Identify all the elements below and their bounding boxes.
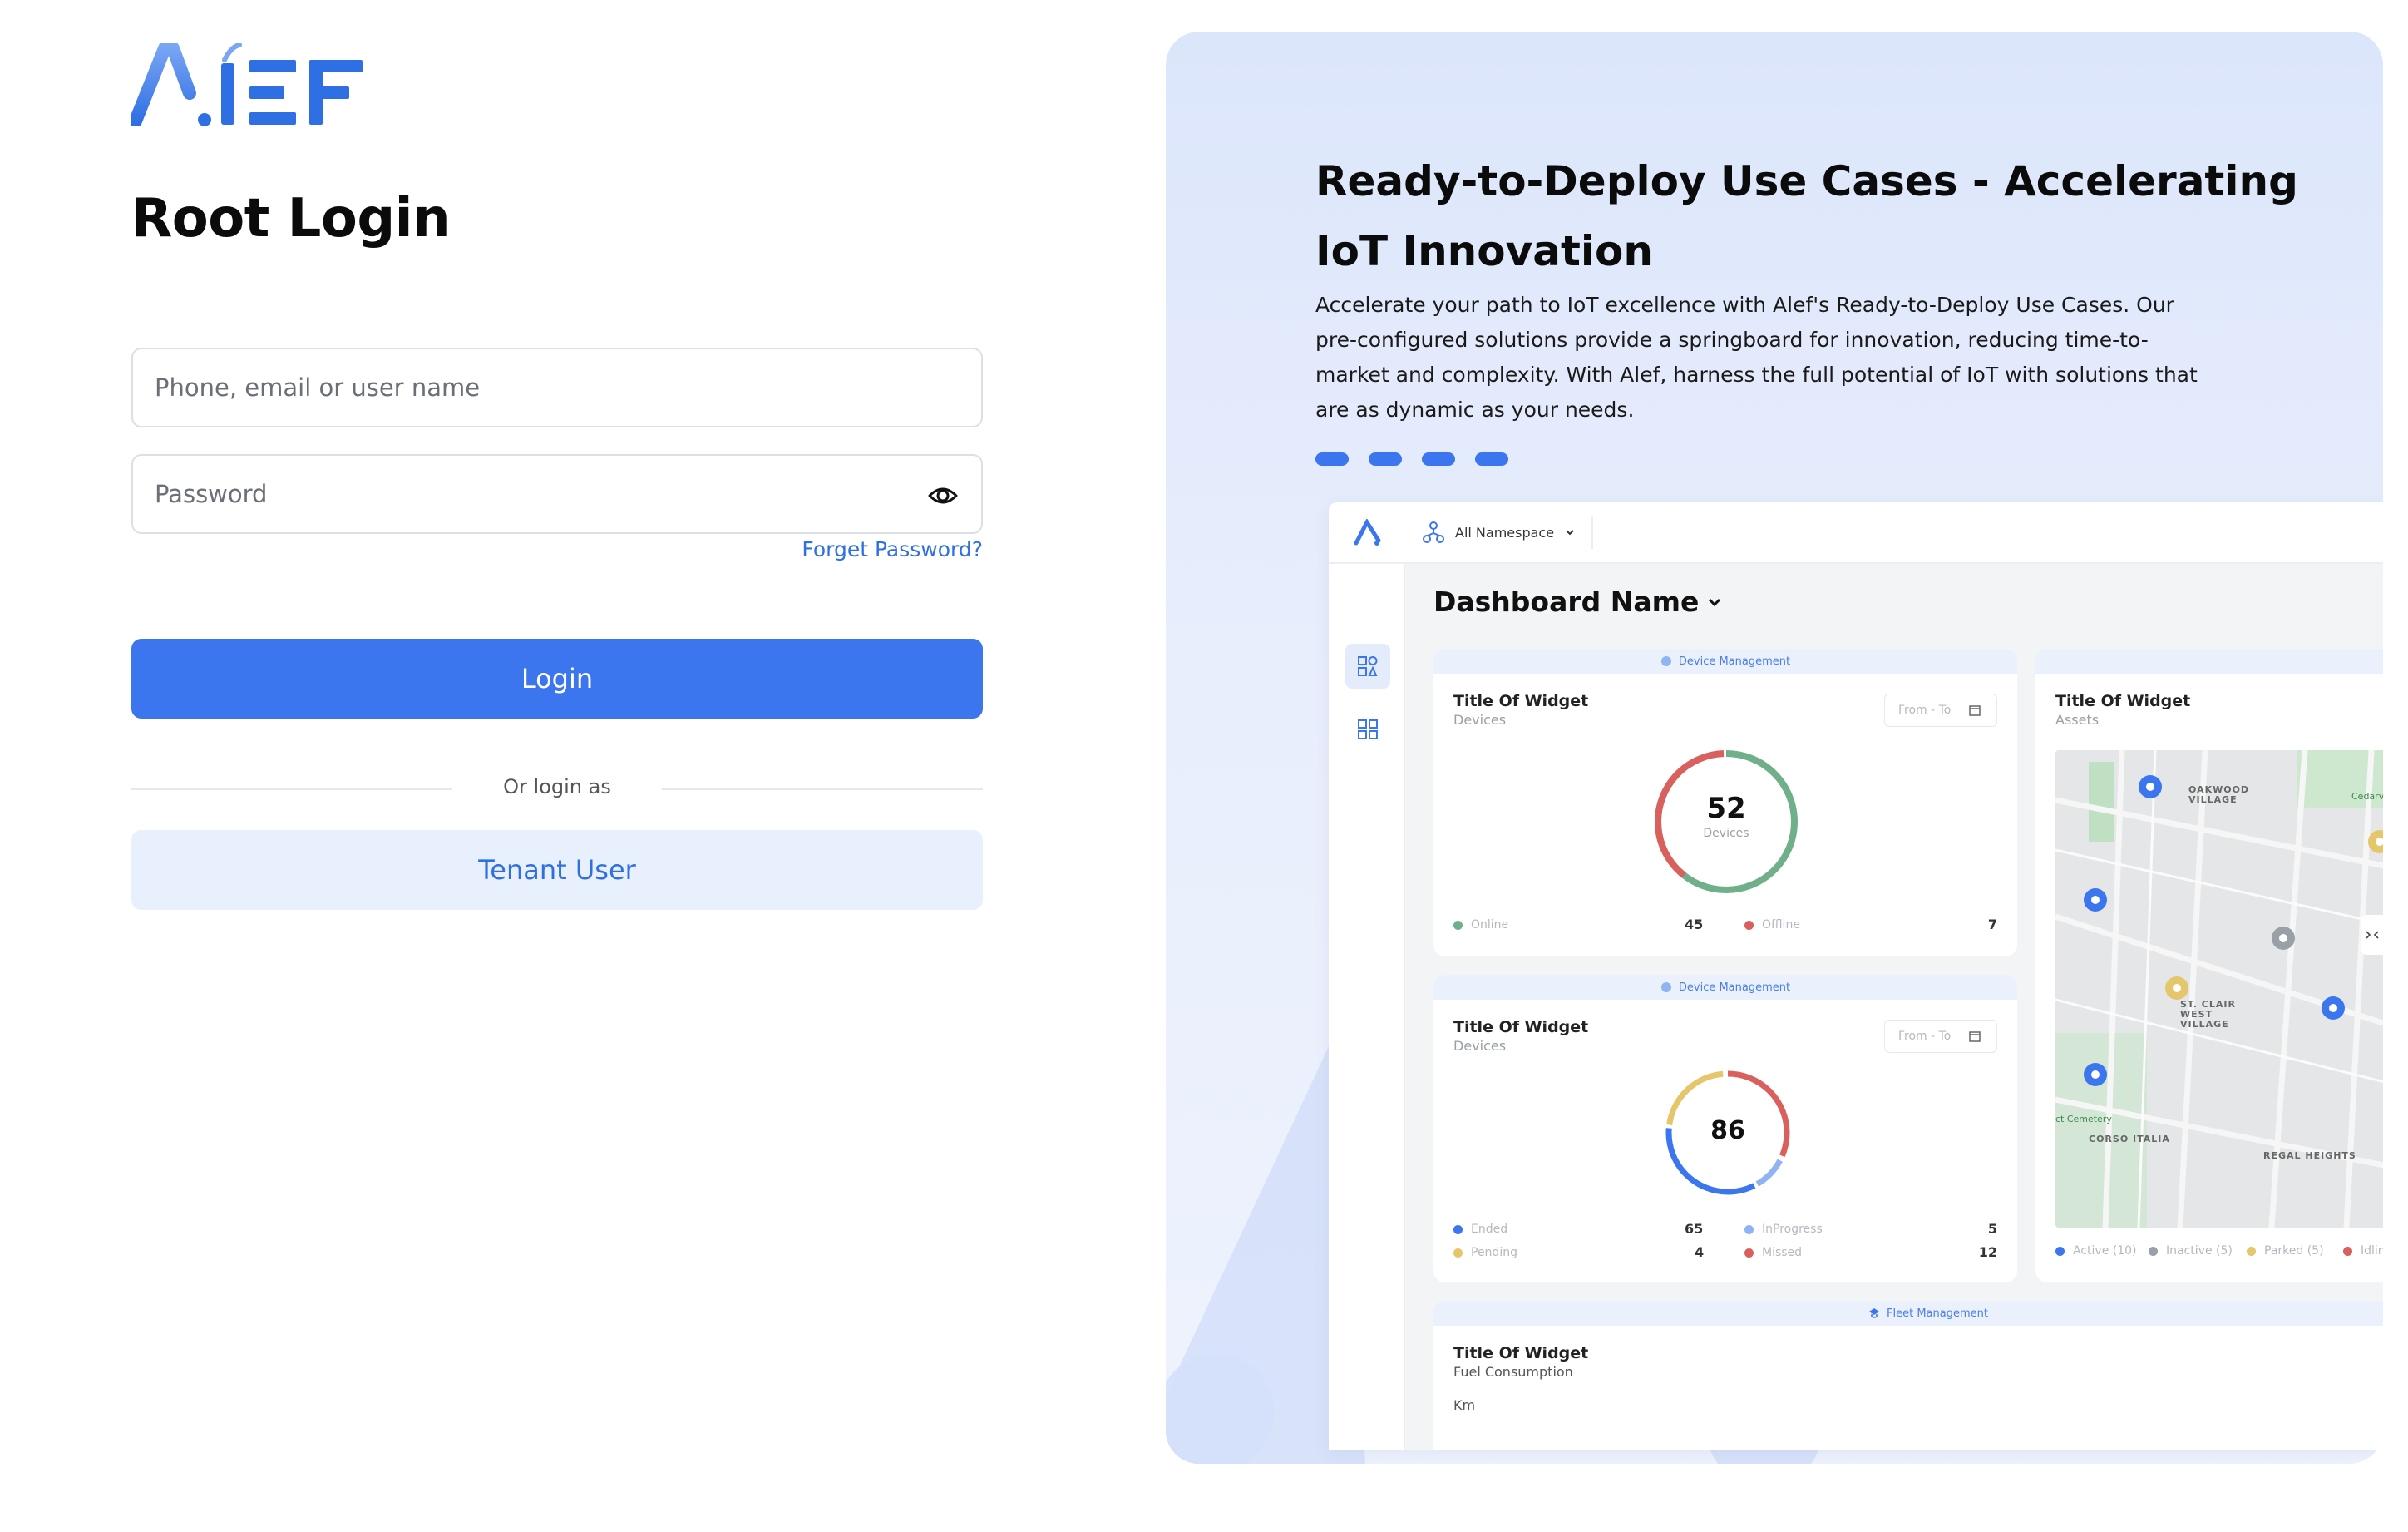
carousel-dot[interactable] <box>1315 452 1349 466</box>
dashboard-preview: All Namespace Dashboard Name Device Mana… <box>1329 502 2383 1450</box>
grid-icon <box>1358 719 1378 739</box>
legend-offline: Offline <box>1744 918 1800 932</box>
calendar-icon <box>1969 1031 1981 1042</box>
legend-parked: Parked (5) <box>2247 1244 2324 1258</box>
legend-offline-value: 7 <box>1987 917 1997 932</box>
legend-inprogress-value: 5 <box>1987 1221 1997 1237</box>
legend-missed: Missed <box>1744 1246 1802 1259</box>
carousel-dot[interactable] <box>1422 452 1455 466</box>
dashboard-name-selector[interactable]: Dashboard Name <box>1433 586 1722 618</box>
widget-title: Title Of Widget <box>1453 1344 1589 1362</box>
login-button[interactable]: Login <box>131 639 983 719</box>
username-input[interactable] <box>155 373 960 402</box>
password-field[interactable] <box>131 454 983 534</box>
namespace-network-icon <box>1423 521 1444 543</box>
chevron-down-icon <box>1709 598 1721 606</box>
date-range-label: From - To <box>1898 704 1952 717</box>
widget-band-label: Fleet Management <box>1887 1307 1988 1320</box>
date-range-picker[interactable]: From - To <box>1884 694 1997 727</box>
widget-subtitle: Devices <box>1453 712 1507 728</box>
page-title: Root Login <box>131 188 451 250</box>
widget-devices-progress: Device Management Title Of Widget Device… <box>1433 975 2017 1282</box>
widget-title: Title Of Widget <box>1453 692 1589 710</box>
legend-ended-value: 65 <box>1685 1221 1704 1237</box>
alef-logo <box>131 43 363 126</box>
widget-band: Fleet Management <box>1433 1301 2383 1326</box>
namespace-selector[interactable]: All Namespace <box>1422 516 1593 549</box>
widget-title: Title Of Widget <box>1453 1018 1589 1036</box>
map-pins <box>2084 775 2383 1086</box>
map-pin-icon <box>2084 1063 2107 1086</box>
devices-donut-chart: 52 Devices <box>1651 747 1801 897</box>
or-login-as-label: Or login as <box>503 775 611 798</box>
legend-idling: Idlin <box>2343 1244 2383 1258</box>
map-pin-icon <box>2139 775 2162 798</box>
widget-subtitle: Fuel Consumption <box>1453 1364 1573 1380</box>
date-range-label: From - To <box>1898 1030 1952 1043</box>
carousel-dot[interactable] <box>1369 452 1402 466</box>
map-pin-icon <box>2165 976 2188 1000</box>
donut-total: 52 <box>1706 792 1746 825</box>
device-icon <box>1660 656 1671 666</box>
expand-collapse-handle[interactable] <box>2361 915 2383 955</box>
fleet-icon <box>1869 1308 1880 1318</box>
widget-subtitle: Devices <box>1453 1038 1507 1054</box>
divider-line-right <box>662 788 983 790</box>
widget-band-label: Device Management <box>1678 655 1791 668</box>
username-field[interactable] <box>131 348 983 427</box>
legend-online-value: 45 <box>1685 917 1704 932</box>
progress-donut-chart: 86 <box>1663 1068 1793 1198</box>
expand-arrows-icon <box>2366 931 2379 939</box>
show-password-eye-icon[interactable] <box>926 479 960 512</box>
hero-title: Ready-to-Deploy Use Cases - Accelerating… <box>1315 157 2298 275</box>
widget-devices-status: Device Management Title Of Widget Device… <box>1433 649 2017 956</box>
alef-mini-logo-icon <box>1354 519 1381 546</box>
dashboard-sidebar <box>1329 564 1405 1450</box>
hero-description: Accelerate your path to IoT excellence w… <box>1315 293 2198 422</box>
widget-title: Title Of Widget <box>2055 692 2191 710</box>
sidebar-widgets-item[interactable] <box>1345 707 1390 752</box>
donut-total: 86 <box>1710 1116 1745 1145</box>
widget-band: Device Management <box>1433 975 2017 1000</box>
widget-band-label: Device Management <box>1678 981 1791 994</box>
topbar-separator <box>1591 516 1593 549</box>
chart-unit-label: Km <box>1453 1397 1476 1413</box>
legend-missed-value: 12 <box>1978 1244 1997 1260</box>
legend-inprogress: InProgress <box>1744 1223 1823 1236</box>
widget-fuel-consumption: Fleet Management Title Of Widget Fuel Co… <box>1433 1301 2383 1450</box>
legend-ended: Ended <box>1453 1223 1507 1236</box>
device-icon <box>1660 982 1671 992</box>
date-range-picker[interactable]: From - To <box>1884 1020 1997 1053</box>
calendar-icon <box>1969 705 1981 716</box>
map-pin-icon <box>2368 830 2383 853</box>
legend-active: Active (10) <box>2055 1244 2137 1258</box>
widget-band: Device Management <box>1433 649 2017 674</box>
map-pin-icon <box>2084 888 2107 912</box>
legend-inactive: Inactive (5) <box>2149 1244 2233 1258</box>
map-pin-icon <box>2322 996 2345 1020</box>
password-input[interactable] <box>155 480 960 508</box>
forgot-password-link[interactable]: Forget Password? <box>802 537 983 561</box>
hero-panel: Ready-to-Deploy Use Cases - Accelerating… <box>1166 32 2383 1464</box>
legend-pending-value: 4 <box>1695 1244 1705 1260</box>
chevron-down-icon <box>1566 530 1574 536</box>
carousel-indicators <box>1315 452 1508 466</box>
donut-total-label: Devices <box>1703 827 1749 840</box>
or-divider: Or login as <box>131 775 983 798</box>
widget-subtitle: Assets <box>2055 712 2100 728</box>
widget-band <box>2035 649 2383 674</box>
dashboard-topbar: All Namespace <box>1329 502 2383 564</box>
dashboard-name-label: Dashboard Name <box>1433 586 1700 618</box>
tenant-user-button[interactable]: Tenant User <box>131 830 983 910</box>
widget-assets-map: Title Of Widget Assets OAKWOOD VILLAGE S… <box>2035 649 2383 1282</box>
assets-map[interactable]: OAKWOOD VILLAGE ST. CLAIR WEST VILLAGE C… <box>2055 750 2383 1228</box>
legend-pending: Pending <box>1453 1246 1517 1259</box>
dashboard-shapes-icon <box>1358 656 1378 676</box>
carousel-dot[interactable] <box>1475 452 1508 466</box>
map-pin-icon <box>2272 927 2295 950</box>
namespace-label: All Namespace <box>1455 524 1555 541</box>
sidebar-dashboard-item[interactable] <box>1345 644 1390 689</box>
legend-online: Online <box>1453 918 1508 932</box>
